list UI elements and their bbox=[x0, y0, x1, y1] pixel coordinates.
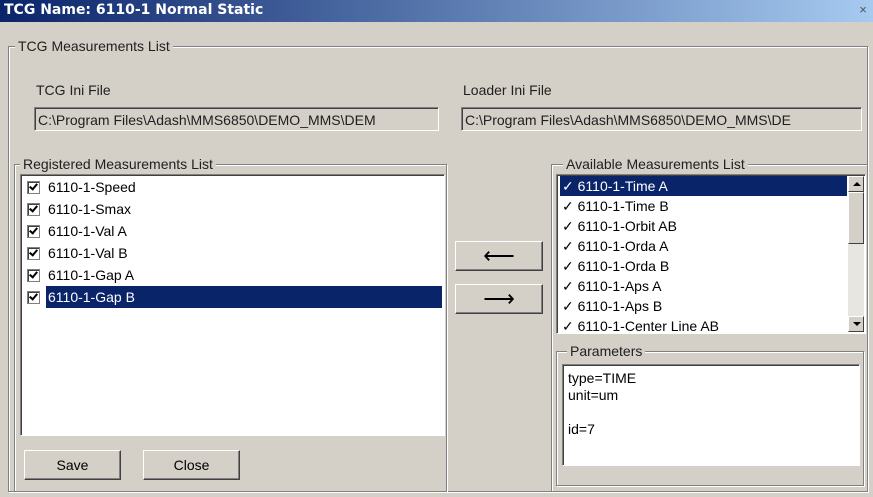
chevron-down-icon bbox=[853, 322, 861, 326]
close-icon[interactable]: × bbox=[857, 2, 869, 18]
checkbox[interactable] bbox=[27, 247, 40, 260]
checkbox[interactable] bbox=[27, 291, 40, 304]
chevron-up-icon bbox=[853, 182, 861, 186]
parameters-text[interactable]: type=TIME unit=um id=7 bbox=[562, 364, 860, 466]
available-item[interactable]: ✓ 6110-1-Time A bbox=[557, 176, 847, 196]
tcg-ini-label: TCG Ini File bbox=[36, 82, 111, 98]
available-item[interactable]: ✓ 6110-1-Orda B bbox=[557, 256, 847, 276]
arrow-right-icon: ⟶ bbox=[483, 286, 515, 311]
scroll-up-button[interactable] bbox=[848, 176, 864, 192]
available-item-label: ✓ 6110-1-Orda B bbox=[562, 258, 670, 274]
checkbox[interactable] bbox=[27, 203, 40, 216]
scroll-down-button[interactable] bbox=[848, 316, 864, 332]
registered-item-label: 6110-1-Gap B bbox=[46, 286, 442, 308]
registered-item[interactable]: 6110-1-Gap A bbox=[21, 264, 444, 286]
save-button[interactable]: Save bbox=[24, 450, 121, 480]
available-item[interactable]: ✓ 6110-1-Aps B bbox=[557, 296, 847, 316]
available-item[interactable]: ✓ 6110-1-Orda A bbox=[557, 236, 847, 256]
registered-item-label: 6110-1-Speed bbox=[48, 179, 136, 195]
registered-item[interactable]: 6110-1-Val A bbox=[21, 220, 444, 242]
checkbox[interactable] bbox=[27, 181, 40, 194]
available-item[interactable]: ✓ 6110-1-Aps A bbox=[557, 276, 847, 296]
loader-ini-label: Loader Ini File bbox=[463, 82, 552, 98]
registered-item-label: 6110-1-Val A bbox=[48, 223, 127, 239]
available-item[interactable]: ✓ 6110-1-Time B bbox=[557, 196, 847, 216]
registered-item-label: 6110-1-Smax bbox=[48, 201, 132, 217]
available-legend: Available Measurements List bbox=[563, 156, 748, 172]
available-item-label: ✓ 6110-1-Center Line AB bbox=[562, 318, 720, 334]
available-item-label: ✓ 6110-1-Aps B bbox=[562, 298, 663, 314]
title-bar: TCG Name: 6110-1 Normal Static × bbox=[0, 0, 873, 22]
loader-ini-field[interactable]: C:\Program Files\Adash\MMS6850\DEMO_MMS\… bbox=[461, 107, 862, 131]
checkbox[interactable] bbox=[27, 225, 40, 238]
available-item-label: ✓ 6110-1-Time A bbox=[560, 176, 847, 196]
available-item-label: ✓ 6110-1-Orda A bbox=[562, 238, 669, 254]
tcg-ini-field[interactable]: C:\Program Files\Adash\MMS6850\DEMO_MMS\… bbox=[34, 107, 439, 131]
registered-item[interactable]: 6110-1-Gap B bbox=[21, 286, 444, 308]
move-left-button[interactable]: ⟵ bbox=[455, 241, 543, 271]
window-title: TCG Name: 6110-1 Normal Static bbox=[4, 2, 264, 18]
available-item[interactable]: ✓ 6110-1-Orbit AB bbox=[557, 216, 847, 236]
parameters-legend: Parameters bbox=[567, 343, 646, 359]
registered-item-label: 6110-1-Val B bbox=[48, 245, 128, 261]
available-list[interactable]: ✓ 6110-1-Time A ✓ 6110-1-Time B ✓ 6110-1-O… bbox=[556, 174, 866, 334]
available-item-label: ✓ 6110-1-Aps A bbox=[562, 278, 662, 294]
move-right-button[interactable]: ⟶ bbox=[455, 284, 543, 314]
tcg-measurements-legend: TCG Measurements List bbox=[15, 38, 173, 54]
available-item-label: ✓ 6110-1-Orbit AB bbox=[562, 218, 677, 234]
available-item[interactable]: ✓ 6110-1-Center Line AB bbox=[557, 316, 847, 334]
registered-item-label: 6110-1-Gap A bbox=[48, 267, 135, 283]
registered-item[interactable]: 6110-1-Smax bbox=[21, 198, 444, 220]
available-scrollbar[interactable] bbox=[848, 176, 864, 332]
scroll-thumb[interactable] bbox=[848, 192, 864, 244]
checkbox[interactable] bbox=[27, 269, 40, 282]
registered-item[interactable]: 6110-1-Speed bbox=[21, 176, 444, 198]
arrow-left-icon: ⟵ bbox=[483, 243, 515, 268]
registered-item[interactable]: 6110-1-Val B bbox=[21, 242, 444, 264]
registered-legend: Registered Measurements List bbox=[20, 156, 216, 172]
available-item-label: ✓ 6110-1-Time B bbox=[562, 198, 669, 214]
registered-list[interactable]: 6110-1-Speed 6110-1-Smax 6110-1-Val A 6110-… bbox=[20, 174, 445, 436]
close-button[interactable]: Close bbox=[143, 450, 240, 480]
